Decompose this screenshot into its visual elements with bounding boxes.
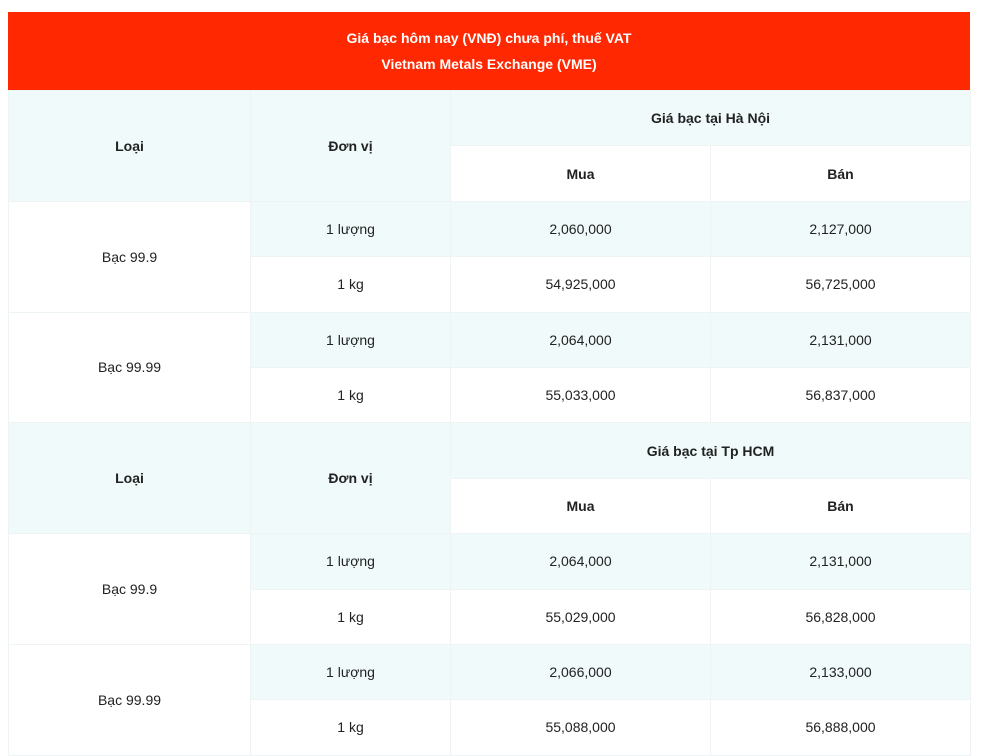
silver-type-cell: Bạc 99.9 [8, 200, 251, 313]
sell-price-cell: 2,131,000 [709, 533, 972, 590]
silver-type-cell: Bạc 99.99 [8, 643, 251, 756]
section-hcm: Loại Đơn vị Giá bạc tại Tp HCM Mua Bán B… [8, 422, 972, 756]
buy-price-cell: 55,033,000 [450, 366, 711, 424]
sell-price-cell: 56,837,000 [709, 366, 972, 424]
buy-price-cell: 2,066,000 [450, 643, 711, 701]
unit-cell: 1 kg [250, 699, 451, 756]
table-row: Bạc 99.99 1 lượng 2,064,000 2,131,000 [8, 311, 972, 424]
buy-price-cell: 2,060,000 [450, 200, 711, 258]
unit-cell: 1 lượng [250, 200, 451, 258]
silver-price-widget: Giá bạc hôm nay (VNĐ) chưa phí, thuế VAT… [8, 12, 972, 756]
sell-price-cell: 56,888,000 [709, 699, 972, 756]
column-header-mua: Mua [450, 477, 711, 535]
buy-price-cell: 55,029,000 [450, 588, 711, 645]
column-header-ban: Bán [709, 145, 972, 202]
unit-cell: 1 kg [250, 588, 451, 645]
sell-price-cell: 56,828,000 [709, 588, 972, 645]
column-header-loai: Loại [8, 422, 251, 535]
table-row: Bạc 99.99 1 lượng 2,066,000 2,133,000 [8, 643, 972, 756]
buy-price-cell: 2,064,000 [450, 533, 711, 590]
silver-price-table: Loại Đơn vị Giá bạc tại Hà Nội Mua Bán B… [8, 89, 972, 756]
silver-type-cell: Bạc 99.99 [8, 311, 251, 424]
table-title: Giá bạc hôm nay (VNĐ) chưa phí, thuế VAT [346, 30, 632, 46]
table-row: Bạc 99.9 1 lượng 2,060,000 2,127,000 [8, 200, 972, 313]
buy-price-cell: 55,088,000 [450, 699, 711, 756]
unit-cell: 1 lượng [250, 533, 451, 590]
section-header-row: Loại Đơn vị Giá bạc tại Hà Nội [8, 89, 972, 202]
sell-price-cell: 56,725,000 [709, 256, 972, 313]
section-title-hanoi: Giá bạc tại Hà Nội [449, 89, 972, 147]
unit-cell: 1 kg [250, 256, 451, 313]
sell-price-cell: 2,127,000 [709, 200, 972, 258]
table-row: Bạc 99.9 1 lượng 2,064,000 2,131,000 [8, 533, 972, 645]
section-hanoi: Loại Đơn vị Giá bạc tại Hà Nội Mua Bán B… [8, 89, 972, 424]
column-header-mua: Mua [450, 145, 711, 202]
buy-price-cell: 2,064,000 [450, 311, 711, 368]
section-header-row: Loại Đơn vị Giá bạc tại Tp HCM [8, 422, 972, 535]
section-title-hcm: Giá bạc tại Tp HCM [449, 422, 972, 479]
sell-price-cell: 2,131,000 [709, 311, 972, 368]
column-header-don-vi: Đơn vị [250, 90, 451, 202]
column-header-loai: Loại [8, 90, 251, 202]
unit-cell: 1 lượng [250, 643, 451, 701]
table-subtitle: Vietnam Metals Exchange (VME) [381, 56, 597, 72]
sell-price-cell: 2,133,000 [709, 643, 972, 701]
table-title-bar: Giá bạc hôm nay (VNĐ) chưa phí, thuế VAT… [8, 12, 970, 90]
unit-cell: 1 lượng [250, 311, 451, 368]
buy-price-cell: 54,925,000 [450, 256, 711, 313]
silver-type-cell: Bạc 99.9 [8, 533, 251, 645]
column-header-don-vi: Đơn vị [250, 422, 451, 535]
unit-cell: 1 kg [250, 366, 451, 424]
column-header-ban: Bán [709, 477, 972, 535]
